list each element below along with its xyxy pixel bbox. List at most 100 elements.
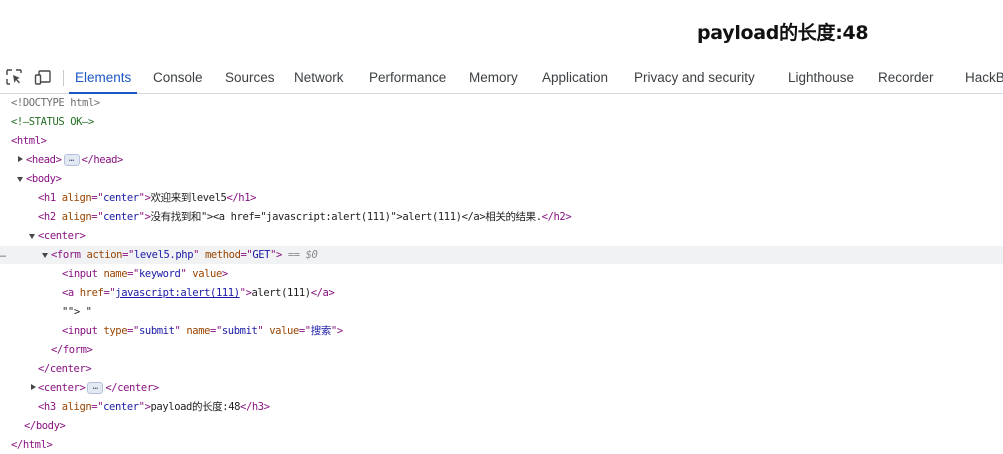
tab-lighthouse[interactable]: Lighthouse <box>788 62 854 93</box>
center2-close-tag: </center> <box>105 382 159 394</box>
more-options-icon[interactable]: … <box>0 246 6 264</box>
tab-performance[interactable]: Performance <box>369 62 446 93</box>
center2-open-tag: <center> <box>38 382 86 394</box>
selected-node-marker: == $0 <box>287 249 318 261</box>
attr-value: submit <box>221 325 258 337</box>
body-open-tag[interactable]: <body> <box>26 170 62 188</box>
dom-line-html-open: <html> <box>0 132 1003 150</box>
dom-line-comment: <!—STATUS OK—> <box>0 113 1003 131</box>
toolbar-divider <box>63 70 64 86</box>
attr-value: center <box>103 192 139 204</box>
center2-node[interactable]: <center>… </center> <box>38 379 159 397</box>
h1-node[interactable]: <h1 align="center">欢迎来到level5</h1> <box>38 189 256 207</box>
collapsed-ellipsis[interactable]: … <box>63 154 80 166</box>
tab-elements[interactable]: Elements <box>68 62 138 94</box>
attr-name: action <box>86 249 123 261</box>
attr-value: submit <box>138 325 175 337</box>
attr-value: GET <box>252 249 271 261</box>
href-link[interactable]: javascript:alert(111) <box>115 287 240 299</box>
collapsed-ellipsis[interactable]: … <box>87 382 104 394</box>
dom-line-text-node: ""> " <box>0 303 1003 321</box>
input-tag: <input <box>62 268 98 280</box>
attr-value: level5.php <box>133 249 194 261</box>
form-tag: <form <box>51 249 81 261</box>
input-tag: <input <box>62 325 98 337</box>
anchor-node[interactable]: <a href="javascript:alert(111)">alert(11… <box>62 284 335 302</box>
h3-tag: <h3 <box>38 401 56 413</box>
dom-line-center-open: <center> <box>0 227 1003 245</box>
h2-tag: <h2 <box>38 211 56 223</box>
attr-name: align <box>61 401 92 413</box>
attr-value: 搜索 <box>310 325 332 337</box>
collapse-body-toggle[interactable] <box>16 170 26 188</box>
tab-hackbar[interactable]: HackB <box>965 62 1003 93</box>
tab-network[interactable]: Network <box>294 62 344 93</box>
dom-line-body-open: <body> <box>0 170 1003 188</box>
h1-text: 欢迎来到level5 <box>150 192 227 204</box>
attr-name: align <box>61 211 92 223</box>
page-heading: payload的长度:48 <box>697 22 869 44</box>
h1-close-tag: </h1> <box>226 192 257 204</box>
h2-text: 没有找到和"><a href="javascript:alert(111)">a… <box>150 211 543 223</box>
dom-line-input-submit: <input type="submit" name="submit" value… <box>0 322 1003 340</box>
text-node[interactable]: ""> " <box>62 303 92 321</box>
form-node[interactable]: <form action="level5.php" method="GET"> … <box>51 246 318 264</box>
a-close-tag: </a> <box>310 287 335 299</box>
dom-line-h3: <h3 align="center">payload的长度:48</h3> <box>0 398 1003 416</box>
collapse-center-toggle[interactable] <box>28 227 38 245</box>
h1-tag: <h1 <box>38 192 56 204</box>
dom-line-form-close: </form> <box>0 341 1003 359</box>
expand-head-toggle[interactable] <box>16 151 26 169</box>
body-close-tag[interactable]: </body> <box>24 417 66 435</box>
tab-memory[interactable]: Memory <box>469 62 518 93</box>
attr-name: name <box>186 325 211 337</box>
attr-name: href <box>79 287 104 299</box>
collapse-form-toggle[interactable] <box>41 246 51 264</box>
attr-value: center <box>103 401 139 413</box>
tab-sources[interactable]: Sources <box>225 62 275 93</box>
attr-name: value <box>269 325 299 337</box>
input-keyword-node[interactable]: <input name="keyword" value> <box>62 265 228 283</box>
center-close-tag[interactable]: </center> <box>38 360 92 378</box>
doctype-node[interactable]: <!DOCTYPE html> <box>11 94 100 112</box>
attr-name: value <box>192 268 222 280</box>
h3-text: payload的长度:48 <box>150 401 241 413</box>
dom-line-doctype: <!DOCTYPE html> <box>0 94 1003 112</box>
dom-line-form-selected: … <form action="level5.php" method="GET"… <box>0 246 1003 264</box>
inspect-element-icon[interactable] <box>5 68 23 86</box>
h2-close-tag: </h2> <box>541 211 572 223</box>
dom-line-h1: <h1 align="center">欢迎来到level5</h1> <box>0 189 1003 207</box>
anchor-text: alert(111) <box>251 287 312 299</box>
html-open-tag[interactable]: <html> <box>11 132 47 150</box>
dom-line-h2: <h2 align="center">没有找到和"><a href="javas… <box>0 208 1003 226</box>
attr-name: method <box>204 249 241 261</box>
head-node[interactable]: <head>… </head> <box>26 151 123 169</box>
dom-line-body-close: </body> <box>0 417 1003 435</box>
attr-name: name <box>103 268 128 280</box>
form-close-tag[interactable]: </form> <box>51 341 93 359</box>
dom-line-input-keyword: <input name="keyword" value> <box>0 265 1003 283</box>
attr-value: center <box>103 211 139 223</box>
attr-name: align <box>61 192 92 204</box>
dom-line-anchor: <a href="javascript:alert(111)">alert(11… <box>0 284 1003 302</box>
dom-line-center-close: </center> <box>0 360 1003 378</box>
tab-application[interactable]: Application <box>542 62 608 93</box>
dom-line-center2: <center>… </center> <box>0 379 1003 397</box>
dom-line-head: <head>… </head> <box>0 151 1003 169</box>
device-toolbar-icon[interactable] <box>34 68 52 86</box>
a-tag: <a <box>62 287 74 299</box>
h2-node[interactable]: <h2 align="center">没有找到和"><a href="javas… <box>38 208 572 226</box>
center-open-tag[interactable]: <center> <box>38 227 86 245</box>
attr-value: keyword <box>138 268 181 280</box>
h3-node[interactable]: <h3 align="center">payload的长度:48</h3> <box>38 398 270 416</box>
head-open-tag: <head> <box>26 154 62 166</box>
attr-name: type <box>103 325 128 337</box>
tab-recorder[interactable]: Recorder <box>878 62 934 93</box>
comment-node[interactable]: <!—STATUS OK—> <box>11 113 94 131</box>
tab-privacy-and-security[interactable]: Privacy and security <box>634 62 755 93</box>
tab-console[interactable]: Console <box>153 62 203 93</box>
devtools-toolbar: Elements Console Sources Network Perform… <box>0 62 1003 94</box>
html-close-tag[interactable]: </html> <box>11 436 53 454</box>
input-submit-node[interactable]: <input type="submit" name="submit" value… <box>62 322 343 340</box>
h3-close-tag: </h3> <box>240 401 270 413</box>
